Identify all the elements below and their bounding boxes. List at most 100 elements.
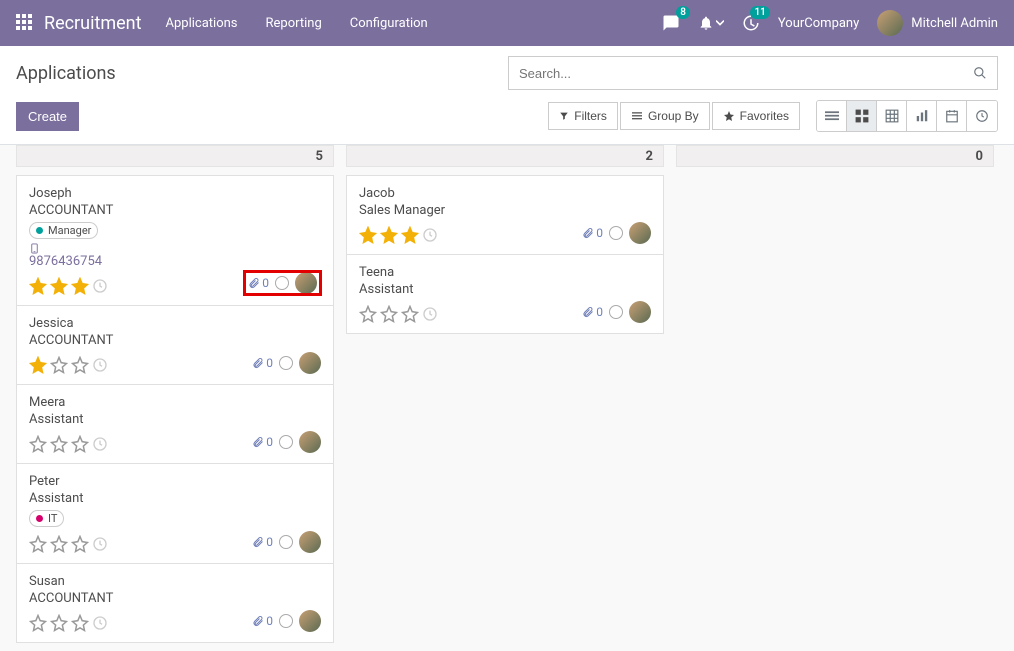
kanban-status-dot[interactable] — [275, 276, 289, 290]
user-name: Mitchell Admin — [911, 16, 998, 31]
create-button[interactable]: Create — [16, 102, 79, 131]
star-icon — [723, 110, 735, 122]
nav-reporting[interactable]: Reporting — [266, 16, 322, 31]
user-menu[interactable]: Mitchell Admin — [877, 10, 998, 36]
view-graph[interactable] — [907, 101, 937, 131]
card-footer: 0 — [252, 431, 321, 453]
filters-button[interactable]: Filters — [548, 102, 618, 130]
clock-icon — [92, 615, 108, 631]
clock-icon — [422, 306, 438, 322]
apps-icon[interactable] — [16, 14, 34, 32]
attachment-count[interactable]: 0 — [252, 435, 273, 449]
messages-icon[interactable]: 8 — [662, 14, 680, 32]
card-footer: 0 — [582, 222, 651, 244]
column-count: 2 — [346, 145, 664, 167]
activities-icon[interactable]: 11 — [742, 14, 760, 32]
attachment-count[interactable]: 0 — [582, 305, 603, 319]
card-phone[interactable]: 9876436754 — [29, 243, 321, 269]
clock-icon — [92, 278, 108, 294]
card-title: Assistant — [359, 282, 651, 297]
kanban-status-dot[interactable] — [609, 305, 623, 319]
attachment-count[interactable]: 0 — [582, 226, 603, 240]
list-icon — [631, 111, 643, 121]
groupby-button[interactable]: Group By — [620, 102, 710, 130]
company-selector[interactable]: YourCompany — [778, 16, 859, 31]
nav-configuration[interactable]: Configuration — [350, 16, 428, 31]
filter-bar: Filters Group By Favorites — [548, 102, 800, 130]
column-count: 0 — [676, 145, 994, 167]
view-kanban[interactable] — [847, 101, 877, 131]
card-name: Peter — [29, 474, 321, 489]
assignee-avatar[interactable] — [299, 352, 321, 374]
kanban-status-dot[interactable] — [279, 614, 293, 628]
card-name: Meera — [29, 395, 321, 410]
clock-icon — [92, 536, 108, 552]
card-footer: 0 — [252, 531, 321, 553]
card-name: Jacob — [359, 186, 651, 201]
column-count: 5 — [16, 145, 334, 167]
view-activity[interactable] — [967, 101, 997, 131]
assignee-avatar[interactable] — [295, 272, 317, 294]
top-nav: Recruitment Applications Reporting Confi… — [0, 0, 1014, 46]
avatar — [877, 10, 903, 36]
card-footer: 0 — [582, 301, 651, 323]
card-footer: 0 — [244, 271, 321, 295]
assignee-avatar[interactable] — [629, 301, 651, 323]
kanban-card[interactable]: Peter Assistant IT 0 — [17, 464, 333, 564]
notifications-icon[interactable] — [698, 15, 724, 31]
assignee-avatar[interactable] — [629, 222, 651, 244]
card-name: Teena — [359, 265, 651, 280]
search-input[interactable] — [519, 66, 973, 81]
card-title: ACCOUNTANT — [29, 203, 321, 218]
assignee-avatar[interactable] — [299, 610, 321, 632]
card-title: ACCOUNTANT — [29, 333, 321, 348]
card-name: Joseph — [29, 186, 321, 201]
search-box[interactable] — [508, 56, 998, 90]
attachment-count[interactable]: 0 — [248, 276, 269, 290]
clock-icon — [92, 436, 108, 452]
assignee-avatar[interactable] — [299, 431, 321, 453]
funnel-icon — [559, 111, 569, 121]
kanban-card[interactable]: Jessica ACCOUNTANT 0 — [17, 306, 333, 385]
view-list[interactable] — [817, 101, 847, 131]
search-icon[interactable] — [973, 66, 987, 80]
kanban-card[interactable]: Teena Assistant 0 — [347, 255, 663, 333]
card-title: Assistant — [29, 491, 321, 506]
activities-badge: 11 — [750, 6, 769, 19]
kanban-status-dot[interactable] — [609, 226, 623, 240]
view-pivot[interactable] — [877, 101, 907, 131]
kanban-status-dot[interactable] — [279, 435, 293, 449]
kanban-card[interactable]: Jacob Sales Manager 0 — [347, 176, 663, 255]
kanban-status-dot[interactable] — [279, 535, 293, 549]
card-tag: IT — [29, 510, 64, 527]
messages-badge: 8 — [676, 6, 690, 19]
card-title: Sales Manager — [359, 203, 651, 218]
clock-icon — [92, 357, 108, 373]
view-calendar[interactable] — [937, 101, 967, 131]
kanban-card[interactable]: Meera Assistant 0 — [17, 385, 333, 464]
nav-applications[interactable]: Applications — [166, 16, 238, 31]
card-name: Susan — [29, 574, 321, 589]
card-footer: 0 — [252, 610, 321, 632]
attachment-count[interactable]: 0 — [252, 356, 273, 370]
page-title: Applications — [16, 63, 116, 84]
card-title: ACCOUNTANT — [29, 591, 321, 606]
assignee-avatar[interactable] — [299, 531, 321, 553]
view-switcher — [816, 100, 998, 132]
card-footer: 0 — [252, 352, 321, 374]
favorites-button[interactable]: Favorites — [712, 102, 800, 130]
control-panel: Applications Create Filters Group By — [0, 46, 1014, 145]
kanban-card[interactable]: Susan ACCOUNTANT 0 — [17, 564, 333, 642]
kanban-board: 5 Joseph ACCOUNTANT Manager 9876436754 0 J… — [0, 145, 1014, 651]
kanban-column: 0 — [676, 145, 994, 635]
app-brand[interactable]: Recruitment — [44, 13, 142, 34]
kanban-status-dot[interactable] — [279, 356, 293, 370]
attachment-count[interactable]: 0 — [252, 535, 273, 549]
kanban-column: 5 Joseph ACCOUNTANT Manager 9876436754 0 J… — [16, 145, 334, 635]
attachment-count[interactable]: 0 — [252, 614, 273, 628]
card-title: Assistant — [29, 412, 321, 427]
clock-icon — [422, 227, 438, 243]
kanban-column: 2 Jacob Sales Manager 0 Teena Assistant — [346, 145, 664, 635]
kanban-card[interactable]: Joseph ACCOUNTANT Manager 9876436754 0 — [17, 176, 333, 306]
card-tag: Manager — [29, 222, 98, 239]
